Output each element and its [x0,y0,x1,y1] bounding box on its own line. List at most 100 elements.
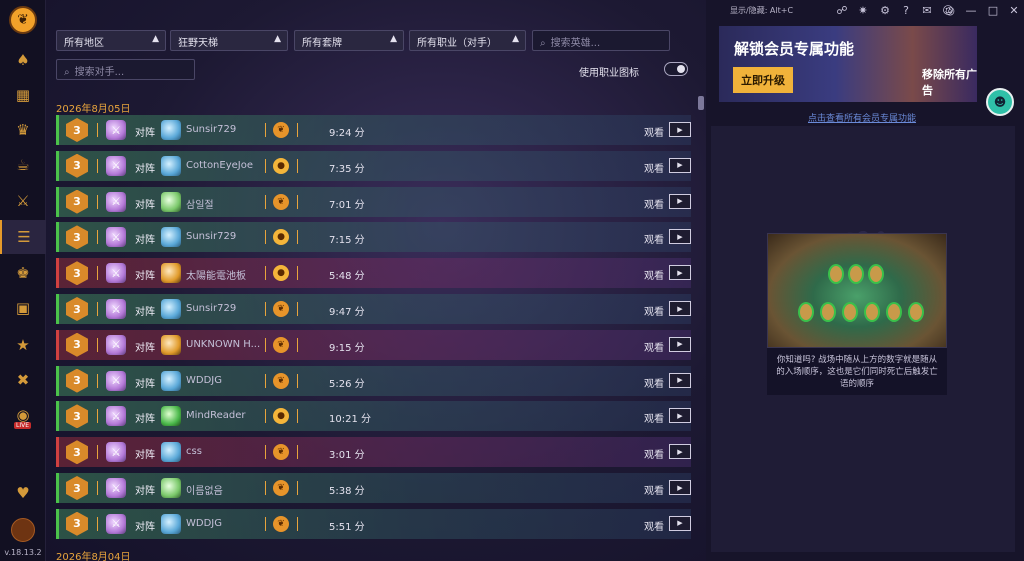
minion-art [828,264,844,284]
member-features-link[interactable]: 点击查看所有会员专属功能 [808,111,916,124]
mascot-icon[interactable]: ☻ [986,88,1014,116]
opponent-class-dropdown[interactable]: 所有职业（对手） ▲ [409,30,526,51]
play-replay-button[interactable]: ▶ [669,408,691,424]
heart-hand-icon[interactable]: ♥ [0,476,46,510]
match-row[interactable]: 3 ⚔ 对阵 삼일절 ❦ 7:01 分 观看 ▶ [56,186,691,217]
match-row[interactable]: 3 ⚔ 对阵 UNKNOWN H... ❦ 9:15 分 观看 ▶ [56,329,691,360]
share-icon[interactable]: ☍ [835,3,849,17]
divider [265,230,266,245]
region-dropdown-value: 所有地区 [64,38,104,49]
caret-up-icon: ▲ [274,34,281,44]
play-replay-button[interactable]: ▶ [669,122,691,137]
divider [97,337,98,352]
crossed-swords-icon[interactable]: ✖ [0,363,46,397]
divider [97,445,98,460]
match-duration: 7:35 分 [329,163,365,175]
first-turn-icon: ❦ [273,193,289,210]
watch-label[interactable]: 观看 [644,518,664,533]
rank-badge: 3 [66,511,88,536]
rank-badge: 3 [66,261,88,286]
play-replay-button[interactable]: ▶ [669,301,691,316]
match-row[interactable]: 3 ⚔ 对阵 CottonEyeJoe ● 7:35 分 观看 ▶ [56,150,691,181]
watch-label[interactable]: 观看 [644,267,664,282]
watch-label[interactable]: 观看 [644,482,664,497]
watch-label[interactable]: 观看 [644,196,664,211]
achievement-icon[interactable]: ★ [0,328,46,362]
match-row[interactable]: 3 ⚔ 对阵 WDDJG ❦ 5:51 分 观看 ▶ [56,508,691,539]
promo-banner[interactable]: 解锁会员专属功能 立即升级 移除所有广告 [719,26,977,102]
upgrade-button[interactable]: 立即升级 [733,67,793,93]
opponent-search-input[interactable]: ⌕ 搜索对手... [56,59,195,80]
match-row[interactable]: 3 ⚔ 对阵 Sunsir729 ❦ 9:47 分 观看 ▶ [56,294,691,324]
mode-dropdown-value: 狂野天梯 [178,38,218,49]
maximize-icon[interactable]: □ [986,3,1000,17]
match-history-icon[interactable]: ☰ [0,220,46,254]
divider [97,481,98,495]
hotkey-hint: 显示/隐藏: Alt+C [730,6,794,15]
deck-dropdown[interactable]: 所有套牌 ▲ [294,30,404,51]
opponent-class-icon [161,263,181,284]
scrollbar-thumb[interactable] [698,96,704,110]
gift-icon[interactable]: ✉ [920,3,934,17]
live-icon[interactable]: ◉ LIVE [0,398,46,432]
match-row[interactable]: 3 ⚔ 对阵 WDDJG ❦ 5:26 分 观看 ▶ [56,365,691,396]
versus-label: 对阵 [135,342,155,354]
battlegrounds-icon[interactable]: ⚔ [0,184,46,218]
tavern-icon[interactable]: ☕ [0,148,46,182]
divider [97,230,98,245]
watch-label[interactable]: 观看 [644,339,664,354]
settings-gear-icon[interactable]: ⚙ [878,3,892,17]
watch-label[interactable]: 观看 [644,231,664,246]
play-replay-button[interactable]: ▶ [669,265,691,281]
watch-label[interactable]: 观看 [644,160,664,175]
arena-icon[interactable]: ♛ [0,113,46,147]
play-replay-button[interactable]: ▶ [669,193,691,209]
watch-label[interactable]: 观看 [644,124,664,139]
avatar[interactable] [11,518,35,542]
play-replay-button[interactable]: ▶ [669,480,691,495]
promo-title: 解锁会员专属功能 [734,40,855,58]
play-replay-button[interactable]: ▶ [669,515,691,531]
play-replay-button[interactable]: ▶ [669,229,691,245]
match-row[interactable]: 3 ⚔ 对阵 Sunsir729 ● 7:15 分 观看 ▶ [56,222,691,253]
divider [97,194,98,209]
watch-label[interactable]: 观看 [644,375,664,390]
minimize-icon[interactable]: — [964,3,978,17]
watch-label[interactable]: 观看 [644,446,664,461]
play-replay-button[interactable]: ▶ [669,372,691,388]
class-icon-toggle-label: 使用职业图标 [579,68,639,79]
play-replay-button[interactable]: ▶ [669,157,691,173]
globe-icon[interactable]: ◎ [943,3,957,17]
opponent-class-icon [161,370,181,391]
flame-logo-icon[interactable]: ❦ [9,6,37,34]
play-replay-button[interactable]: ▶ [669,336,691,352]
opponent-name: css [186,446,202,458]
versus-label: 对阵 [135,450,155,462]
decks-icon[interactable]: ♠ [0,43,46,77]
hero-class-icon: ⚔ [106,406,126,427]
crown-icon[interactable]: ♚ [0,256,46,290]
match-row[interactable]: 3 ⚔ 对阵 太陽能電池板 ● 5:48 分 观看 ▶ [56,258,691,289]
divider [97,266,98,281]
collection-icon[interactable]: ▦ [0,78,46,112]
mode-dropdown[interactable]: 狂野天梯 ▲ [170,30,288,51]
opponent-class-icon [161,227,181,248]
close-icon[interactable]: ✕ [1007,3,1021,17]
left-navigation-rail: ❦ ♠ ▦ ♛ ☕ ⚔ ☰ ♚ ▣ ★ ✖ ◉ LIVE ♥ v.18.13.2 [0,0,46,561]
watch-label[interactable]: 观看 [644,410,664,425]
match-history-panel: 所有地区 ▲ 狂野天梯 ▲ 所有套牌 ▲ 所有职业（对手） ▲ ⌕ 搜索英雄...… [46,0,706,561]
version-label: v.18.13.2 [4,548,42,557]
match-row[interactable]: 3 ⚔ 对阵 Sunsir729 ❦ 9:24 分 观看 ▶ [56,115,691,145]
help-icon[interactable]: ? [899,3,913,17]
region-dropdown[interactable]: 所有地区 ▲ [56,30,166,51]
class-icon-toggle[interactable] [664,62,688,76]
play-replay-button[interactable]: ▶ [669,444,691,460]
first-turn-icon: ❦ [273,480,289,496]
treasure-icon[interactable]: ▣ [0,291,46,325]
bug-icon[interactable]: ✷ [856,3,870,17]
match-row[interactable]: 3 ⚔ 对阵 MindReader ● 10:21 分 观看 ▶ [56,401,691,432]
watch-label[interactable]: 观看 [644,303,664,318]
match-row[interactable]: 3 ⚔ 对阵 이름없음 ❦ 5:38 分 观看 ▶ [56,473,691,503]
hero-search-input[interactable]: ⌕ 搜索英雄... [532,30,670,51]
match-row[interactable]: 3 ⚔ 对阵 css ❦ 3:01 分 观看 ▶ [56,437,691,468]
